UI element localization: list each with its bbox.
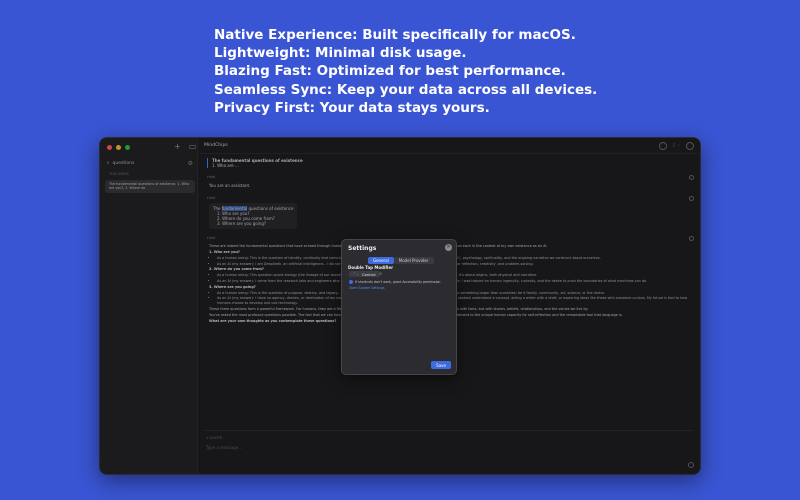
dialog-title: Settings [348,245,377,252]
open-system-settings-link[interactable]: Open System Settings [349,286,385,290]
headline-fast: Blazing Fast: Optimized for best perform… [214,63,566,80]
modifier-select[interactable]: ⌃⌄ Control [349,271,380,277]
chevron-updown-icon: ⌃⌄ [353,272,359,276]
section-heading: Double Tap Modifier [348,265,394,270]
save-button[interactable]: Save [431,361,451,369]
marketing-headline: Native Experience: Built specifically fo… [214,26,597,117]
tab-model-provider[interactable]: Model Provider [393,257,434,264]
headline-sync: Seamless Sync: Keep your data across all… [214,81,598,98]
clear-button[interactable]: × [379,271,382,276]
settings-tabs: General Model Provider [368,257,434,264]
settings-dialog: Settings ✕ General Model Provider Double… [341,239,457,375]
accessibility-notice: If shortcuts don't work, grant Accessibi… [349,280,440,284]
info-dot-icon [349,280,353,284]
modifier-select-value: Control [361,271,376,277]
headline-privacy: Privacy First: Your data stays yours. [214,99,490,116]
accessibility-text: If shortcuts don't work, grant Accessibi… [355,280,441,284]
headline-lightweight: Lightweight: Minimal disk usage. [214,45,467,62]
headline-native: Native Experience: Built specifically fo… [214,27,576,43]
close-icon[interactable]: ✕ [445,244,452,251]
tab-general[interactable]: General [368,257,394,264]
